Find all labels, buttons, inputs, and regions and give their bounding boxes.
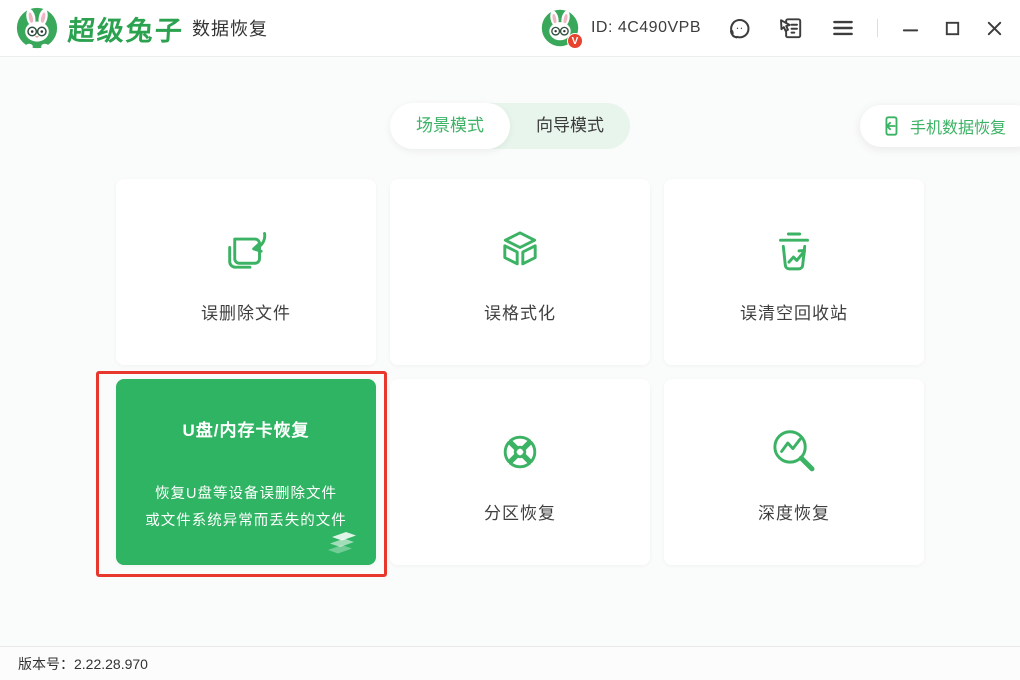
menu-icon[interactable] [829, 14, 857, 42]
rabbit-logo-icon [16, 7, 58, 49]
card-label: 分区恢复 [484, 499, 556, 524]
card-formatted[interactable]: 误格式化 [390, 179, 650, 365]
card-deep-recovery[interactable]: 深度恢复 [664, 379, 924, 565]
trash-restore-icon [767, 225, 821, 279]
footer: 版本号：2.22.28.970 [0, 646, 1020, 680]
phone-recovery-label: 手机数据恢复 [910, 114, 1006, 138]
app-window: 超级兔子 数据恢复 V ID: 4C490VP [0, 0, 1020, 680]
card-title: U盘/内存卡恢复 [183, 416, 310, 441]
maximize-button[interactable] [942, 18, 962, 38]
card-label: 误格式化 [484, 299, 556, 324]
mode-tab-switcher: 场景模式 向导模式 [390, 103, 630, 149]
card-deleted-files[interactable]: 误删除文件 [116, 179, 376, 365]
vip-badge: V [567, 33, 583, 49]
card-label: 深度恢复 [758, 499, 830, 524]
card-description-line2: 或文件系统异常而丢失的文件 [145, 508, 347, 535]
feedback-icon[interactable] [777, 14, 805, 42]
close-button[interactable] [984, 18, 1004, 38]
file-restore-icon [219, 225, 273, 279]
titlebar: 超级兔子 数据恢复 V ID: 4C490VP [0, 0, 1020, 57]
card-description: 恢复U盘等设备误删除文件 或文件系统异常而丢失的文件 [145, 481, 347, 535]
tab-wizard-mode[interactable]: 向导模式 [510, 103, 630, 149]
card-label: 误清空回收站 [740, 299, 848, 324]
customer-service-icon[interactable] [725, 14, 753, 42]
layers-icon [324, 527, 364, 559]
card-recycle-bin[interactable]: 误清空回收站 [664, 179, 924, 365]
version-number: 版本号：2.22.28.970 [18, 654, 148, 674]
deep-scan-icon [767, 425, 821, 479]
card-usb-memory-recovery[interactable]: U盘/内存卡恢复 恢复U盘等设备误删除文件 或文件系统异常而丢失的文件 [116, 379, 376, 565]
recovery-card-grid: 误删除文件 误格式化 误清空 [116, 179, 924, 565]
cube-icon [493, 225, 547, 279]
card-description-line1: 恢复U盘等设备误删除文件 [145, 481, 347, 508]
brand-suffix: 数据恢复 [192, 15, 268, 41]
titlebar-separator [877, 19, 878, 37]
user-id: ID: 4C490VPB [591, 19, 701, 37]
partition-icon [493, 425, 547, 479]
phone-arrow-icon [880, 115, 902, 137]
card-label: 误删除文件 [201, 299, 291, 324]
minimize-button[interactable] [900, 18, 920, 38]
user-avatar[interactable]: V [541, 9, 579, 47]
brand-name: 超级兔子 [67, 9, 186, 48]
tab-scene-mode[interactable]: 场景模式 [390, 103, 510, 149]
card-partition-recovery[interactable]: 分区恢复 [390, 379, 650, 565]
phone-recovery-button[interactable]: 手机数据恢复 [860, 105, 1020, 147]
